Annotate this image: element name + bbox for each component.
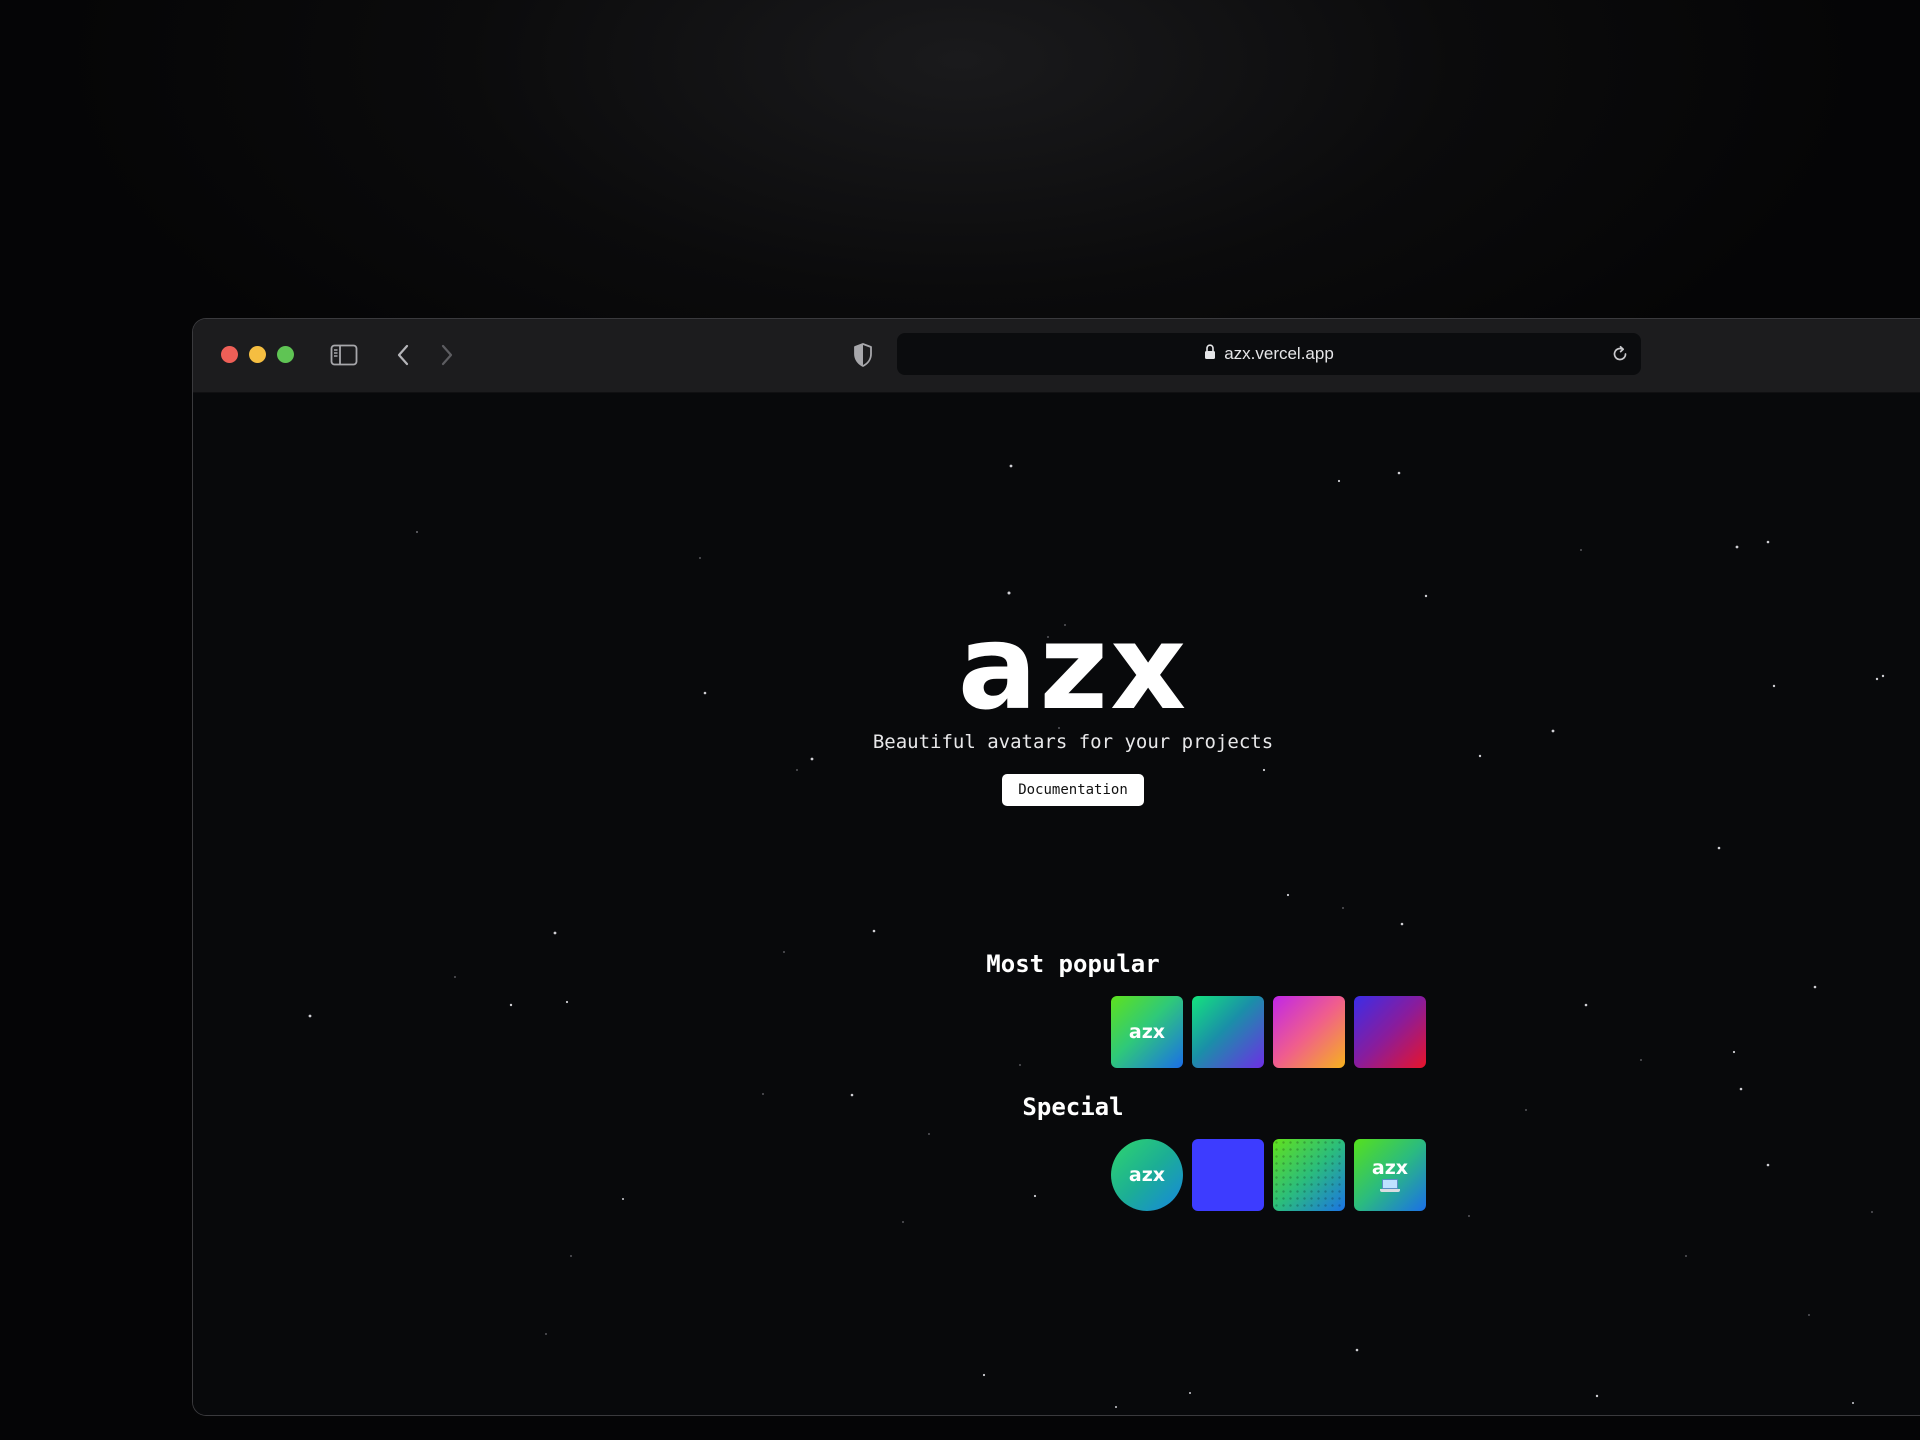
avatar-special-dotted[interactable] (1273, 1139, 1345, 1211)
url-text: azx.vercel.app (1224, 344, 1334, 363)
browser-toolbar: azx.vercel.app (193, 319, 1920, 393)
browser-window: azx.vercel.app azx Beautiful avatars for… (192, 318, 1920, 1416)
page-content: azx Beautiful avatars for your projects … (193, 393, 1920, 1415)
tagline: Beautiful avatars for your projects (872, 731, 1274, 753)
most-popular-avatars: azx (1111, 996, 1426, 1068)
avatar-popular-2[interactable] (1192, 996, 1264, 1068)
sidebar-toggle-icon[interactable] (329, 341, 359, 369)
privacy-shield-icon[interactable] (849, 341, 877, 369)
address-bar[interactable]: azx.vercel.app (897, 333, 1641, 375)
avatar-popular-1[interactable]: azx (1111, 996, 1183, 1068)
avatar-popular-3[interactable] (1273, 996, 1345, 1068)
lock-icon (1204, 343, 1216, 365)
laptop-icon (1379, 1179, 1400, 1192)
avatar-label: azx (1128, 1164, 1166, 1186)
back-arrow-icon[interactable] (391, 341, 415, 369)
site-logo: azx (957, 598, 1189, 736)
documentation-button[interactable]: Documentation (1002, 774, 1144, 806)
special-avatars: azx azx (1111, 1139, 1426, 1211)
forward-arrow-icon[interactable] (435, 341, 459, 369)
close-window-button[interactable] (221, 346, 238, 363)
reload-icon[interactable] (1607, 341, 1633, 367)
avatar-label: azx (1128, 1021, 1166, 1043)
hero-section: azx Beautiful avatars for your projects … (683, 598, 1463, 806)
avatar-special-round[interactable]: azx (1111, 1139, 1183, 1211)
special-heading: Special (1022, 1093, 1124, 1121)
starfield-background (308, 464, 1885, 1408)
avatar-special-emoji[interactable]: azx (1354, 1139, 1426, 1211)
maximize-window-button[interactable] (277, 346, 294, 363)
most-popular-heading: Most popular (986, 950, 1160, 978)
avatar-label: azx (1371, 1157, 1409, 1179)
minimize-window-button[interactable] (249, 346, 266, 363)
avatar-popular-4[interactable] (1354, 996, 1426, 1068)
avatar-special-solid[interactable] (1192, 1139, 1264, 1211)
